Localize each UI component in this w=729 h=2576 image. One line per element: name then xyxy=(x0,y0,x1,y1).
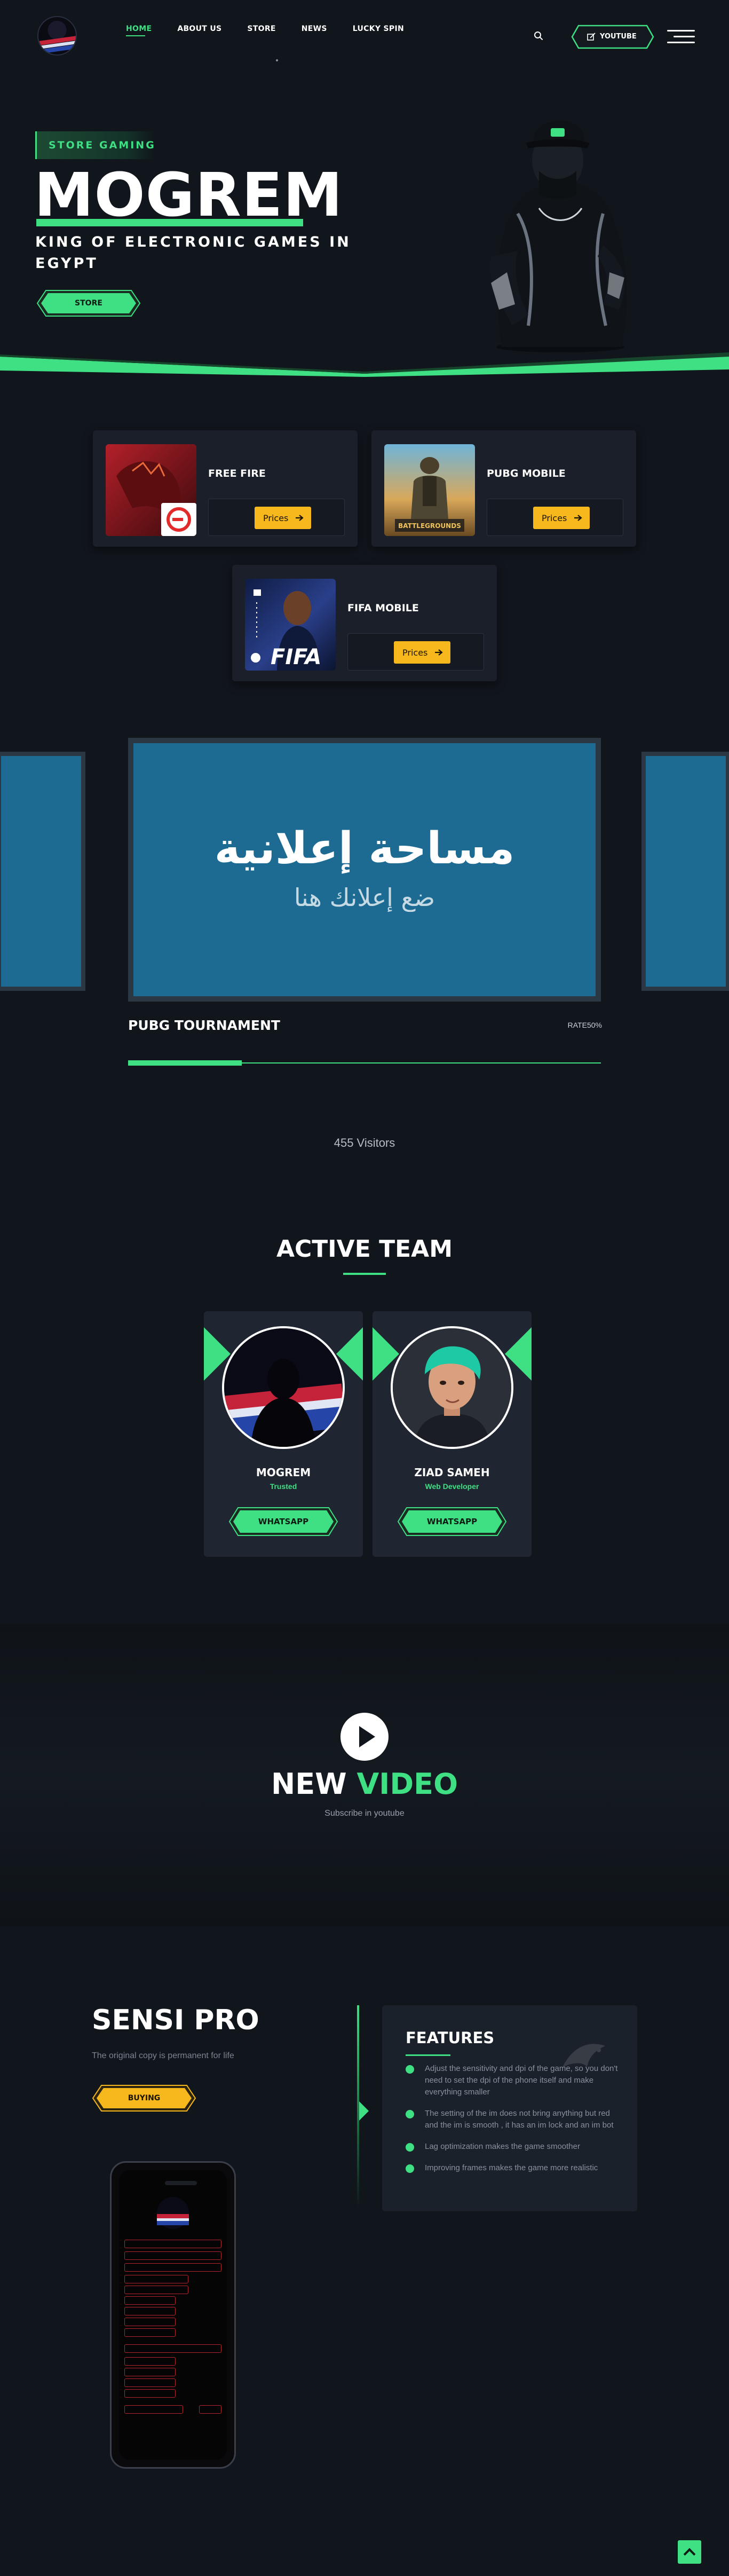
store-button[interactable]: STORE xyxy=(36,288,141,318)
buying-button-label: BUYING xyxy=(128,2094,161,2102)
ad-slide-previous[interactable] xyxy=(0,752,85,991)
hero-title-text: MOGREM xyxy=(34,161,343,230)
feature-item: Improving frames makes the game more rea… xyxy=(406,2162,619,2174)
whatsapp-button[interactable]: WHATSAPP xyxy=(228,1506,338,1538)
decor-dot xyxy=(276,59,278,61)
prices-button-label: Prices xyxy=(402,648,428,658)
nav-news[interactable]: NEWS xyxy=(302,25,327,33)
game-name: FREE FIRE xyxy=(208,468,266,479)
chevron-up-icon xyxy=(683,2548,696,2561)
nav-active-underline xyxy=(126,35,145,36)
feature-text: Adjust the sensitivity and dpi of the ga… xyxy=(425,2064,618,2097)
price-box: Prices xyxy=(487,499,623,536)
tournament-rate: RATE50% xyxy=(567,1021,602,1029)
prices-button[interactable]: Prices xyxy=(255,507,311,529)
avatar xyxy=(222,1326,345,1449)
bullet-icon xyxy=(406,2065,414,2074)
nav-about-us[interactable]: ABOUT US xyxy=(177,25,221,33)
prices-button-label: Prices xyxy=(542,513,567,523)
whatsapp-button-label: WHATSAPP xyxy=(258,1517,309,1526)
tournament-title: PUBG TOURNAMENT xyxy=(128,1018,280,1033)
edit-icon xyxy=(587,33,596,41)
features-list: Adjust the sensitivity and dpi of the ga… xyxy=(406,2063,619,2184)
member-role: Trusted xyxy=(270,1482,297,1491)
prices-button[interactable]: Prices xyxy=(394,641,450,664)
features-title: FEATURES xyxy=(406,2029,495,2047)
arrow-right-icon xyxy=(574,515,582,521)
page: HOME ABOUT US STORE NEWS LUCKY SPIN YOUT… xyxy=(0,0,729,2576)
fifa-logo-text: FIFA xyxy=(271,645,322,669)
features-panel: FEATURES Adjust the sensitivity and dpi … xyxy=(382,2005,637,2211)
video-subtitle: Subscribe in youtube xyxy=(324,1809,405,1818)
fifa-thumbnail: FIFA xyxy=(245,579,336,671)
prices-button[interactable]: Prices xyxy=(533,507,590,529)
video-title-green: VIDEO xyxy=(356,1767,458,1801)
feature-item: Lag optimization makes the game smoother xyxy=(406,2141,619,2153)
phone-mockup-image xyxy=(110,2161,236,2469)
game-card-fifa-mobile[interactable]: FIFA FIFA MOBILE Prices xyxy=(232,565,497,681)
arrow-right-icon xyxy=(296,515,304,521)
member-role: Web Developer xyxy=(425,1482,479,1491)
menu-icon[interactable] xyxy=(667,29,695,45)
price-box: Prices xyxy=(208,499,345,536)
feature-text: The setting of the im does not bring any… xyxy=(425,2109,614,2130)
bullet-icon xyxy=(406,2164,414,2173)
feature-text: Improving frames makes the game more rea… xyxy=(425,2163,598,2172)
game-name: FIFA MOBILE xyxy=(347,602,419,614)
pubg-thumbnail: BATTLEGROUNDS xyxy=(384,444,475,536)
divider-arrow-icon xyxy=(359,2101,369,2121)
search-icon[interactable] xyxy=(534,31,543,41)
member-name: ZIAD SAMEH xyxy=(414,1466,490,1479)
main-nav: HOME ABOUT US STORE NEWS LUCKY SPIN xyxy=(126,25,430,33)
youtube-button[interactable]: YOUTUBE xyxy=(571,25,654,49)
nav-store[interactable]: STORE xyxy=(247,25,275,33)
youtube-label: YOUTUBE xyxy=(600,33,637,41)
features-underline xyxy=(406,2054,450,2056)
team-title-underline xyxy=(343,1273,386,1275)
site-logo[interactable] xyxy=(37,16,77,56)
play-icon[interactable] xyxy=(340,1713,389,1761)
price-box: Prices xyxy=(347,633,484,671)
nav-lucky-spin[interactable]: LUCKY SPIN xyxy=(353,25,404,33)
hero-tag-label: STORE GAMING xyxy=(49,139,156,151)
prices-button-label: Prices xyxy=(263,513,289,523)
whatsapp-button-label: WHATSAPP xyxy=(426,1517,478,1526)
avatar xyxy=(391,1326,513,1449)
svg-text:BATTLEGROUNDS: BATTLEGROUNDS xyxy=(398,522,461,530)
whatsapp-button[interactable]: WHATSAPP xyxy=(397,1506,507,1538)
feature-item: The setting of the im does not bring any… xyxy=(406,2108,619,2131)
bullet-icon xyxy=(406,2143,414,2152)
ad-subheading: ضع إعلانك هنا xyxy=(294,883,435,912)
sensi-title: SENSI PRO xyxy=(92,2004,259,2036)
game-card-free-fire[interactable]: FREE FIRE Prices xyxy=(93,430,358,547)
feature-text: Lag optimization makes the game smoother xyxy=(425,2142,580,2151)
bullet-icon xyxy=(406,2110,414,2118)
feature-item: Adjust the sensitivity and dpi of the ga… xyxy=(406,2063,619,2098)
store-button-label: STORE xyxy=(75,299,102,308)
hero-subtitle: KING OF ELECTRONIC GAMES IN EGYPT xyxy=(35,234,351,272)
video-title: NEW VIDEO xyxy=(0,1767,729,1801)
tournament-progress-fill xyxy=(128,1060,242,1066)
ad-heading: مساحة إعلانية xyxy=(214,823,515,874)
ad-banner[interactable]: مساحة إعلانية ضع إعلانك هنا xyxy=(128,738,601,1002)
buying-button[interactable]: BUYING xyxy=(92,2083,196,2113)
hero-divider-band xyxy=(0,352,729,377)
team-section-title: ACTIVE TEAM xyxy=(276,1235,453,1263)
hero-character-image xyxy=(490,121,627,352)
hero-title: MOGREM xyxy=(34,163,343,227)
scroll-to-top-button[interactable] xyxy=(678,2540,701,2564)
game-name: PUBG MOBILE xyxy=(487,468,566,479)
nav-home[interactable]: HOME xyxy=(126,25,152,33)
video-title-white: NEW xyxy=(271,1767,347,1801)
ad-slide-next[interactable] xyxy=(641,752,729,991)
hero-tag: STORE GAMING xyxy=(35,131,156,159)
arrow-right-icon xyxy=(435,649,443,656)
team-card-ziad-sameh: ZIAD SAMEH Web Developer WHATSAPP xyxy=(373,1311,532,1557)
visitor-counter: 455 Visitors xyxy=(334,1136,395,1149)
member-name: MOGREM xyxy=(256,1466,311,1479)
team-card-mogrem: MOGREM Trusted WHATSAPP xyxy=(204,1311,363,1557)
free-fire-thumbnail xyxy=(106,444,196,536)
sensi-subtitle: The original copy is permanent for life xyxy=(92,2051,234,2060)
game-card-pubg-mobile[interactable]: BATTLEGROUNDS PUBG MOBILE Prices xyxy=(371,430,636,547)
